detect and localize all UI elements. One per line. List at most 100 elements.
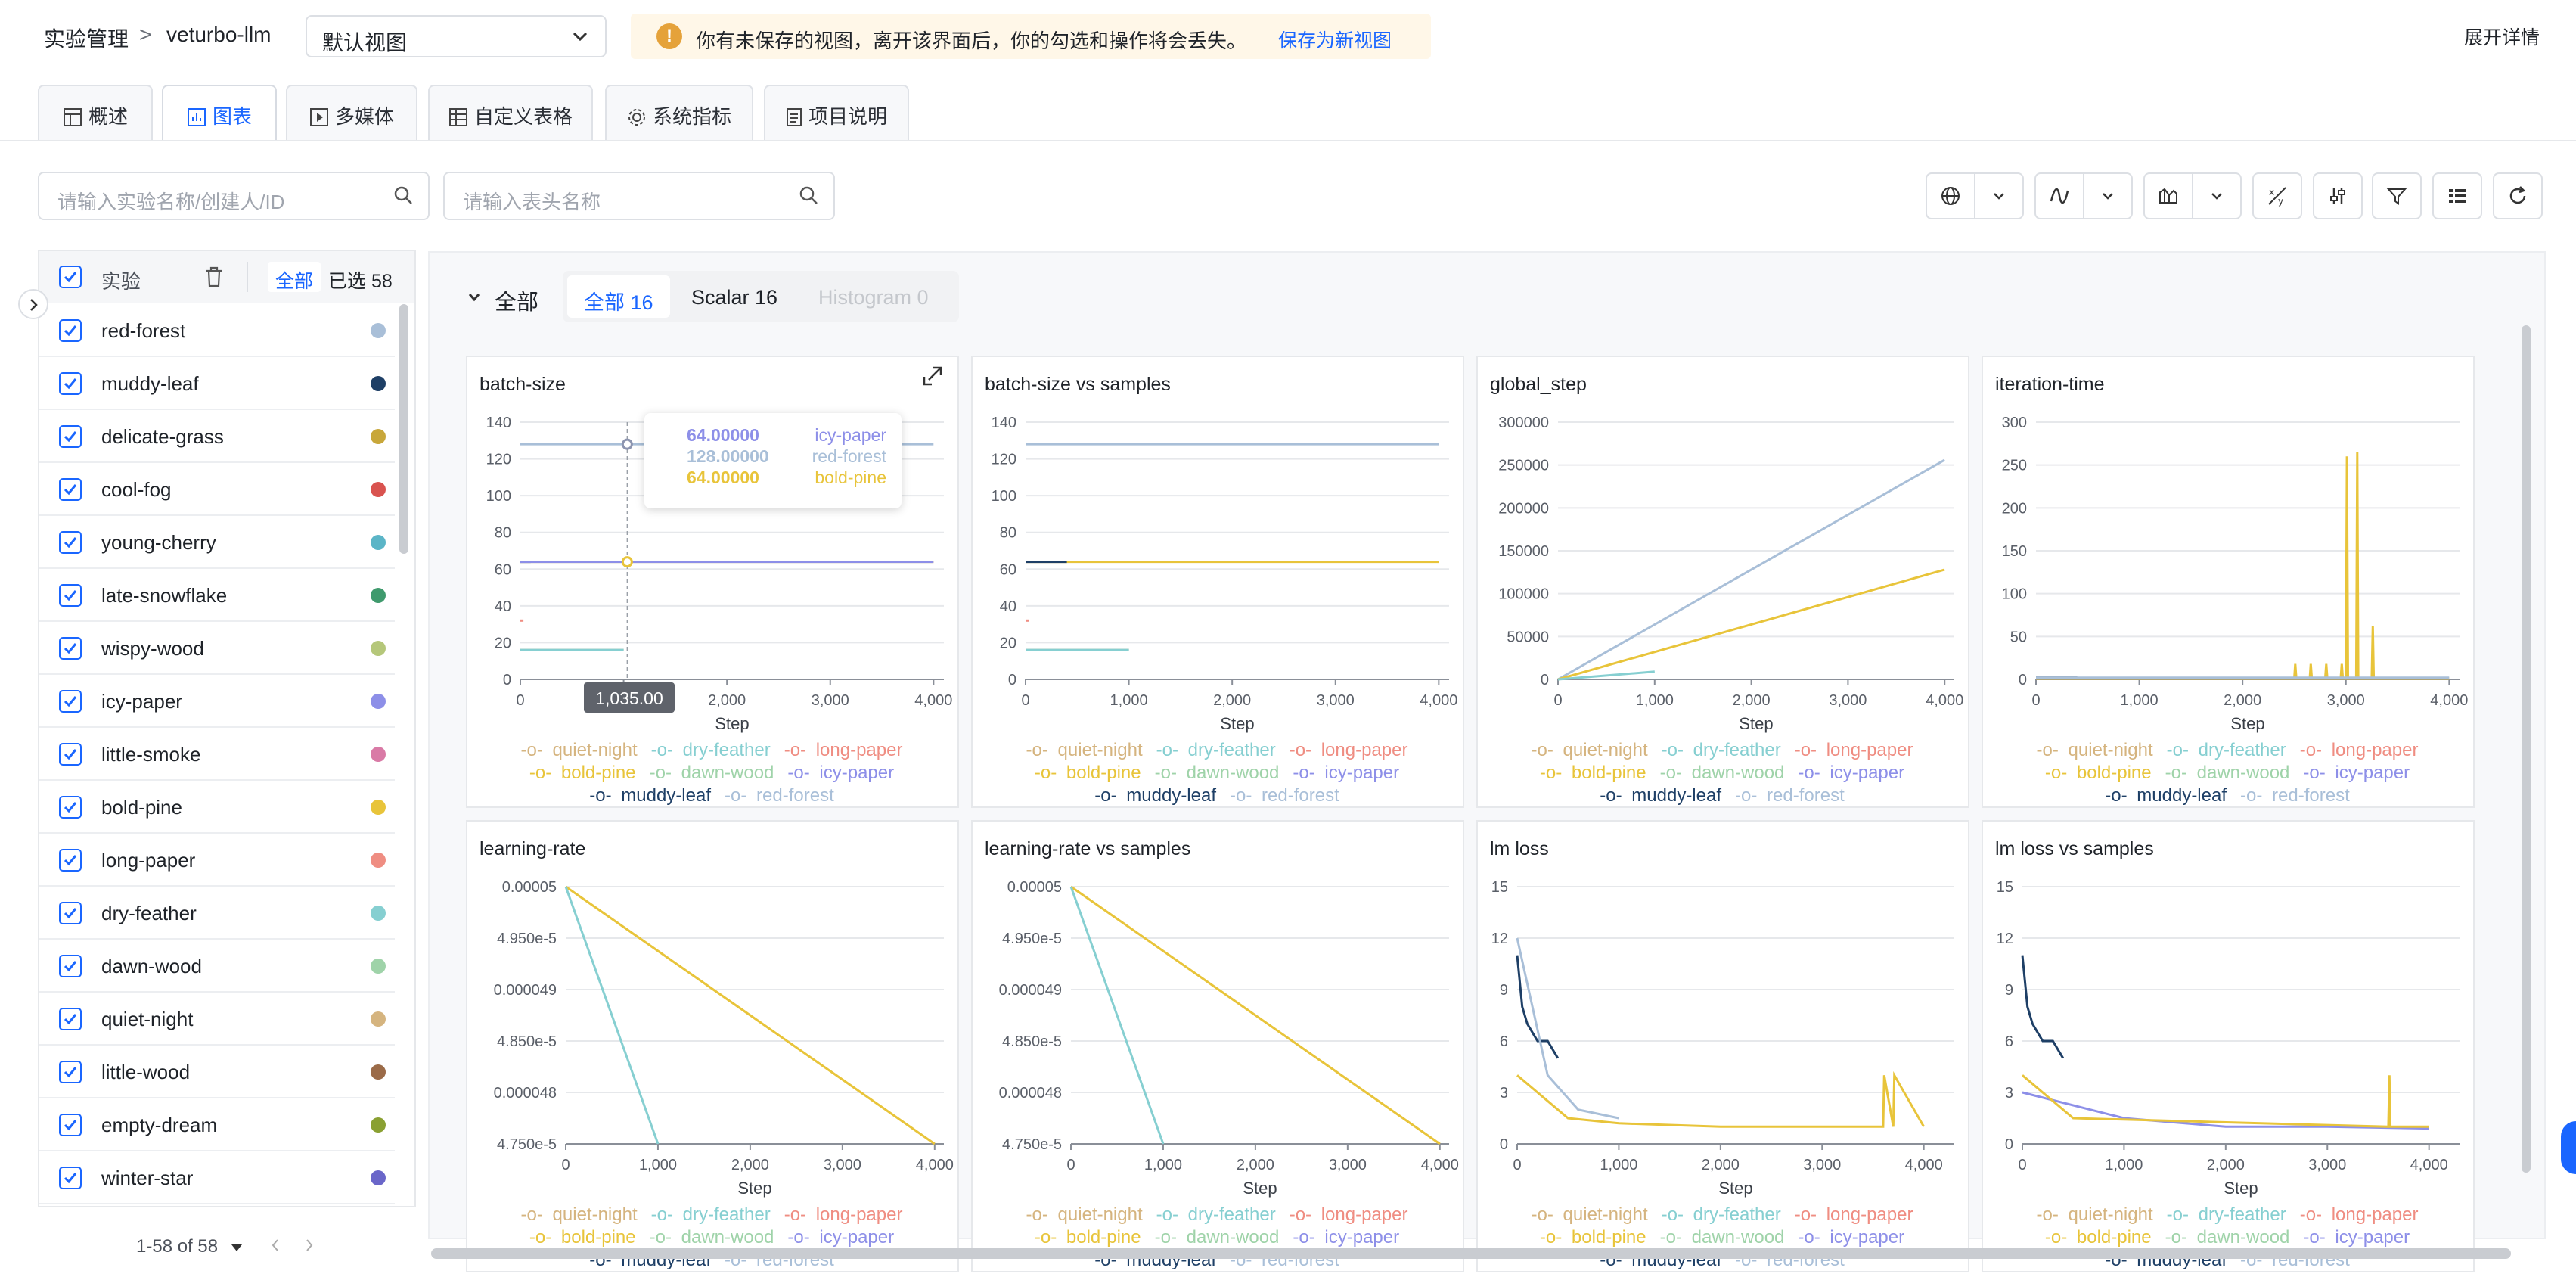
experiment-row[interactable]: bold-pine bbox=[39, 781, 395, 834]
experiment-color-dot[interactable] bbox=[371, 1170, 386, 1185]
legend-item-dawn-wood[interactable]: -o- dawn-wood bbox=[1155, 1227, 1284, 1248]
experiment-color-dot[interactable] bbox=[371, 1011, 386, 1027]
refresh-button[interactable] bbox=[2493, 172, 2543, 219]
series-line-red-forest[interactable] bbox=[1557, 458, 1945, 681]
select-all-checkbox[interactable] bbox=[59, 266, 82, 288]
layout-button[interactable] bbox=[2432, 172, 2482, 219]
series-line-bold-pine[interactable] bbox=[1557, 568, 1945, 681]
experiment-search-input[interactable]: 请输入实验名称/创建人/ID bbox=[38, 172, 430, 220]
legend-item-red-forest[interactable]: -o- red-forest bbox=[1735, 785, 1849, 806]
experiment-color-dot[interactable] bbox=[371, 1117, 386, 1133]
experiment-row[interactable]: muddy-leaf bbox=[39, 357, 395, 410]
legend-item-quiet-night[interactable]: -o- quiet-night bbox=[1026, 1204, 1147, 1225]
legend-item-dry-feather[interactable]: -o- dry-feather bbox=[1662, 1204, 1786, 1225]
experiment-row[interactable]: dry-feather bbox=[39, 887, 395, 940]
filter-scalar[interactable]: Scalar 16 bbox=[691, 286, 777, 309]
experiment-color-dot[interactable] bbox=[371, 641, 386, 656]
experiment-color-dot[interactable] bbox=[371, 694, 386, 709]
experiment-row[interactable]: empty-dream bbox=[39, 1098, 395, 1151]
filter-button[interactable] bbox=[2372, 172, 2422, 219]
experiment-color-dot[interactable] bbox=[371, 588, 386, 603]
experiment-row[interactable]: little-wood bbox=[39, 1046, 395, 1098]
caret-down-icon[interactable] bbox=[231, 1243, 243, 1252]
charts-scrollbar[interactable] bbox=[2522, 325, 2531, 1173]
experiment-color-dot[interactable] bbox=[371, 853, 386, 868]
legend-item-bold-pine[interactable]: -o- bold-pine bbox=[1035, 1227, 1146, 1248]
legend-item-long-paper[interactable]: -o- long-paper bbox=[2300, 1204, 2423, 1225]
series-line-dry-feather[interactable] bbox=[564, 886, 660, 1145]
collapse-sidebar-button[interactable] bbox=[18, 289, 48, 319]
legend-item-bold-pine[interactable]: -o- bold-pine bbox=[1540, 1227, 1651, 1248]
experiment-row[interactable]: young-cherry bbox=[39, 516, 395, 569]
chart-card[interactable]: global_step 300000 250000 200000 150000 10000… bbox=[1476, 356, 1969, 808]
legend-item-long-paper[interactable]: -o- long-paper bbox=[1290, 1204, 1413, 1225]
smoothing-button[interactable] bbox=[2034, 172, 2084, 219]
globe-dropdown-button[interactable] bbox=[1974, 172, 2024, 219]
legend-item-icy-paper[interactable]: -o- icy-paper bbox=[1293, 1227, 1404, 1248]
experiment-checkbox[interactable] bbox=[59, 1167, 82, 1189]
tab-charts[interactable]: 图表 bbox=[162, 85, 277, 141]
experiment-color-dot[interactable] bbox=[371, 482, 386, 497]
experiment-checkbox[interactable] bbox=[59, 849, 82, 872]
experiment-color-dot[interactable] bbox=[371, 800, 386, 815]
experiment-color-dot[interactable] bbox=[371, 906, 386, 921]
experiment-checkbox[interactable] bbox=[59, 690, 82, 713]
header-search-input[interactable]: 请输入表头名称 bbox=[443, 172, 835, 220]
legend-item-dry-feather[interactable]: -o- dry-feather bbox=[2167, 1204, 2291, 1225]
axis-scale-button[interactable]: xy bbox=[2252, 172, 2302, 219]
experiment-row[interactable]: long-paper bbox=[39, 834, 395, 887]
experiment-checkbox[interactable] bbox=[59, 372, 82, 395]
help-float-button[interactable] bbox=[2561, 1121, 2576, 1174]
legend-item-long-paper[interactable]: -o- long-paper bbox=[1290, 740, 1413, 760]
legend-item-dawn-wood[interactable]: -o- dawn-wood bbox=[1660, 1227, 1789, 1248]
experiment-color-dot[interactable] bbox=[371, 959, 386, 974]
legend-item-quiet-night[interactable]: -o- quiet-night bbox=[1026, 740, 1147, 760]
chart-type-button[interactable] bbox=[2143, 172, 2193, 219]
legend-item-long-paper[interactable]: -o- long-paper bbox=[784, 740, 908, 760]
legend-item-dry-feather[interactable]: -o- dry-feather bbox=[1662, 740, 1786, 760]
legend-item-bold-pine[interactable]: -o- bold-pine bbox=[1035, 763, 1146, 783]
experiment-checkbox[interactable] bbox=[59, 1008, 82, 1030]
legend-item-dawn-wood[interactable]: -o- dawn-wood bbox=[2165, 763, 2295, 783]
legend-item-icy-paper[interactable]: -o- icy-paper bbox=[1798, 763, 1909, 783]
legend-item-icy-paper[interactable]: -o- icy-paper bbox=[787, 1227, 898, 1248]
tab-overview[interactable]: 概述 bbox=[38, 85, 153, 141]
experiment-color-dot[interactable] bbox=[371, 376, 386, 391]
tab-custom-table[interactable]: 自定义表格 bbox=[428, 85, 593, 141]
breadcrumb-project[interactable]: veturbo-llm bbox=[166, 23, 271, 47]
chart-card[interactable]: iteration-time 300 250 200 150 100 50 0 0 1,000 2,… bbox=[1982, 356, 2475, 808]
experiment-color-dot[interactable] bbox=[371, 747, 386, 762]
legend-item-dry-feather[interactable]: -o- dry-feather bbox=[651, 1204, 775, 1225]
expand-icon[interactable] bbox=[923, 366, 942, 386]
legend-item-quiet-night[interactable]: -o- quiet-night bbox=[2037, 740, 2158, 760]
experiment-row[interactable]: quiet-night bbox=[39, 993, 395, 1046]
experiment-row[interactable]: wispy-wood bbox=[39, 622, 395, 675]
legend-item-bold-pine[interactable]: -o- bold-pine bbox=[1540, 763, 1651, 783]
legend-item-quiet-night[interactable]: -o- quiet-night bbox=[2037, 1204, 2158, 1225]
legend-item-red-forest[interactable]: -o- red-forest bbox=[2240, 785, 2354, 806]
legend-item-red-forest[interactable]: -o- red-forest bbox=[1230, 785, 1344, 806]
series-line-red-forest[interactable] bbox=[1516, 937, 1619, 1120]
smoothing-dropdown-button[interactable] bbox=[2083, 172, 2133, 219]
legend-item-icy-paper[interactable]: -o- icy-paper bbox=[787, 763, 898, 783]
chevron-right-icon[interactable] bbox=[304, 1238, 315, 1252]
experiment-checkbox[interactable] bbox=[59, 478, 82, 501]
legend-item-icy-paper[interactable]: -o- icy-paper bbox=[1798, 1227, 1909, 1248]
legend-item-red-forest[interactable]: -o- red-forest bbox=[725, 785, 839, 806]
experiment-color-dot[interactable] bbox=[371, 1064, 386, 1080]
collapse-section-icon[interactable] bbox=[467, 291, 481, 304]
legend-item-muddy-leaf[interactable]: -o- muddy-leaf bbox=[1600, 785, 1726, 806]
tab-media[interactable]: 多媒体 bbox=[286, 85, 417, 141]
legend-item-long-paper[interactable]: -o- long-paper bbox=[784, 1204, 908, 1225]
legend-item-long-paper[interactable]: -o- long-paper bbox=[1795, 1204, 1918, 1225]
series-line-bold-pine[interactable] bbox=[2022, 1074, 2429, 1128]
experiment-row[interactable]: icy-paper bbox=[39, 675, 395, 728]
legend-item-muddy-leaf[interactable]: -o- muddy-leaf bbox=[2105, 785, 2231, 806]
experiment-row[interactable]: little-smoke bbox=[39, 728, 395, 781]
experiment-row[interactable]: dawn-wood bbox=[39, 940, 395, 993]
legend-item-dry-feather[interactable]: -o- dry-feather bbox=[2167, 740, 2291, 760]
experiment-checkbox[interactable] bbox=[59, 531, 82, 554]
expand-details-link[interactable]: 展开详情 bbox=[2464, 23, 2540, 50]
experiment-checkbox[interactable] bbox=[59, 425, 82, 448]
series-line-bold-pine[interactable] bbox=[1516, 1070, 1926, 1128]
